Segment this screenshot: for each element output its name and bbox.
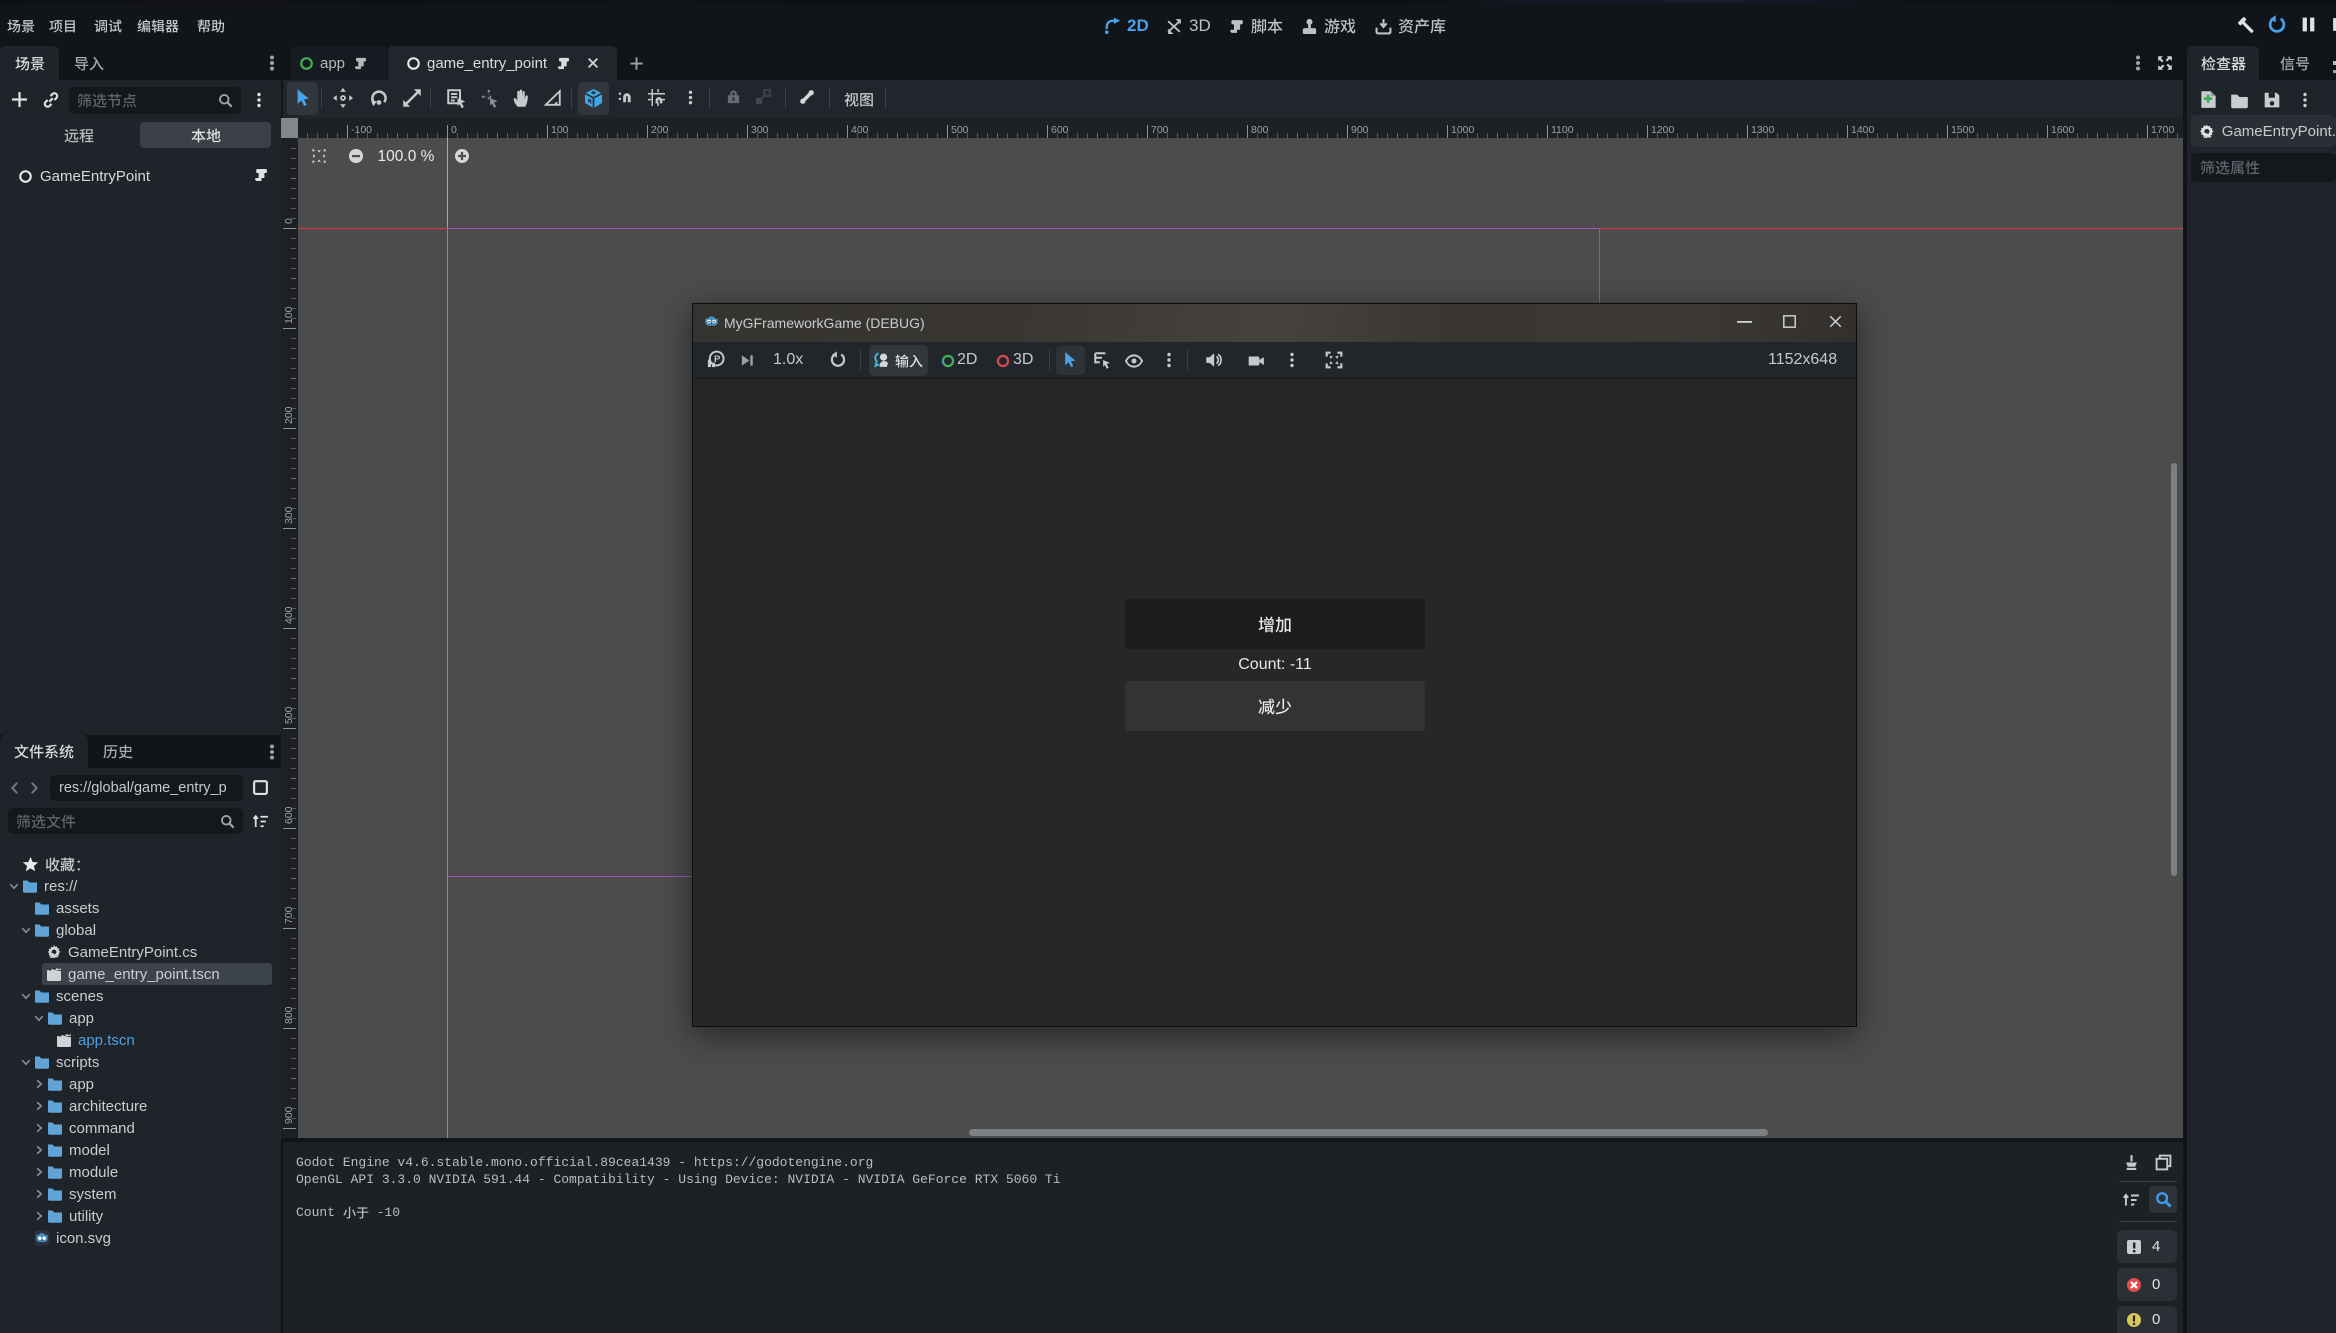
svg-text:800: 800 bbox=[283, 1006, 295, 1024]
svg-text:700: 700 bbox=[1151, 124, 1169, 136]
svg-text:200: 200 bbox=[651, 124, 669, 136]
svg-text:300: 300 bbox=[751, 124, 769, 136]
svg-text:500: 500 bbox=[283, 706, 295, 724]
svg-text:200: 200 bbox=[283, 406, 295, 424]
svg-text:800: 800 bbox=[1251, 124, 1269, 136]
svg-text:1000: 1000 bbox=[1451, 124, 1475, 136]
svg-text:400: 400 bbox=[283, 606, 295, 624]
svg-text:1300: 1300 bbox=[1751, 124, 1775, 136]
svg-text:900: 900 bbox=[1351, 124, 1369, 136]
svg-text:600: 600 bbox=[283, 806, 295, 824]
svg-text:1200: 1200 bbox=[1651, 124, 1675, 136]
svg-text:700: 700 bbox=[283, 906, 295, 924]
svg-text:100: 100 bbox=[283, 306, 295, 324]
svg-text:1600: 1600 bbox=[2051, 124, 2075, 136]
svg-text:300: 300 bbox=[283, 506, 295, 524]
svg-text:400: 400 bbox=[851, 124, 869, 136]
svg-text:100: 100 bbox=[551, 124, 569, 136]
svg-text:1400: 1400 bbox=[1851, 124, 1875, 136]
svg-text:0: 0 bbox=[283, 218, 295, 224]
svg-text:1700: 1700 bbox=[2151, 124, 2175, 136]
svg-text:900: 900 bbox=[283, 1106, 295, 1124]
svg-text:1500: 1500 bbox=[1951, 124, 1975, 136]
svg-text:C#: C# bbox=[49, 951, 59, 960]
svg-text:500: 500 bbox=[951, 124, 969, 136]
svg-text:-100: -100 bbox=[351, 124, 372, 136]
svg-text:600: 600 bbox=[1051, 124, 1069, 136]
svg-text:1100: 1100 bbox=[1551, 124, 1574, 136]
svg-text:0: 0 bbox=[451, 124, 457, 136]
svg-text:C#: C# bbox=[2203, 132, 2212, 139]
